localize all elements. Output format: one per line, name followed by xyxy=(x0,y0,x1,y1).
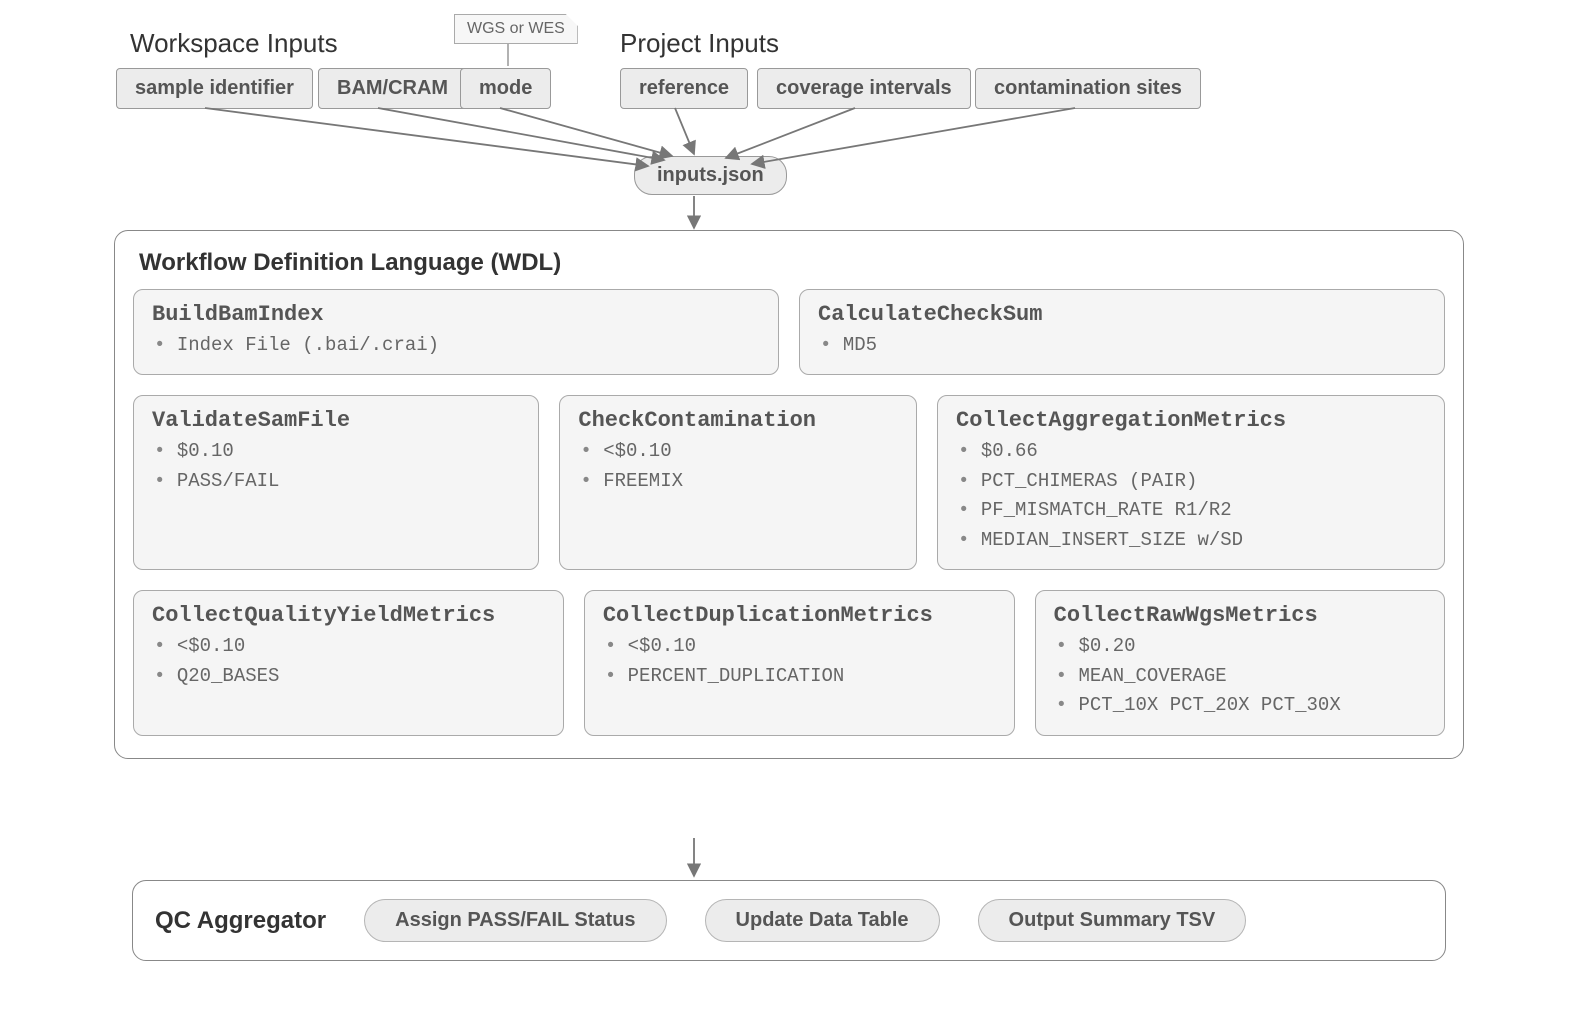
task-item: <$0.10 xyxy=(605,632,996,661)
task-name: BuildBamIndex xyxy=(152,302,760,327)
qc-title: QC Aggregator xyxy=(155,907,326,935)
task-item: Q20_BASES xyxy=(154,662,545,691)
qc-action-output: Output Summary TSV xyxy=(978,899,1247,942)
inputs-json-node: inputs.json xyxy=(634,156,787,195)
task-item: <$0.10 xyxy=(154,632,545,661)
task-name: CollectDuplicationMetrics xyxy=(603,603,996,628)
task-name: CollectRawWgsMetrics xyxy=(1054,603,1426,628)
task-item: PCT_CHIMERAS (PAIR) xyxy=(958,467,1426,496)
task-buildbamindex: BuildBamIndex Index File (.bai/.crai) xyxy=(133,289,779,375)
task-name: CollectQualityYieldMetrics xyxy=(152,603,545,628)
task-item: <$0.10 xyxy=(580,437,898,466)
qc-aggregator-frame: QC Aggregator Assign PASS/FAIL Status Up… xyxy=(132,880,1446,961)
task-collectduplicationmetrics: CollectDuplicationMetrics <$0.10 PERCENT… xyxy=(584,590,1015,735)
project-inputs-title: Project Inputs xyxy=(620,28,779,59)
task-validatesamfile: ValidateSamFile $0.10 PASS/FAIL xyxy=(133,395,539,570)
task-item: PASS/FAIL xyxy=(154,467,520,496)
task-collectaggregationmetrics: CollectAggregationMetrics $0.66 PCT_CHIM… xyxy=(937,395,1445,570)
task-item: PF_MISMATCH_RATE R1/R2 xyxy=(958,496,1426,525)
input-bam-cram: BAM/CRAM xyxy=(318,68,467,109)
task-item: $0.66 xyxy=(958,437,1426,466)
task-item: $0.20 xyxy=(1056,632,1426,661)
task-calculatechecksum: CalculateCheckSum MD5 xyxy=(799,289,1445,375)
wdl-frame: Workflow Definition Language (WDL) Build… xyxy=(114,230,1464,759)
task-name: CalculateCheckSum xyxy=(818,302,1426,327)
task-item: MEAN_COVERAGE xyxy=(1056,662,1426,691)
mode-note-tab: WGS or WES xyxy=(454,14,578,44)
task-name: ValidateSamFile xyxy=(152,408,520,433)
task-item: MEDIAN_INSERT_SIZE w/SD xyxy=(958,526,1426,555)
task-item: FREEMIX xyxy=(580,467,898,496)
input-reference: reference xyxy=(620,68,748,109)
input-coverage-intervals: coverage intervals xyxy=(757,68,971,109)
task-item: $0.10 xyxy=(154,437,520,466)
task-name: CollectAggregationMetrics xyxy=(956,408,1426,433)
task-item: MD5 xyxy=(820,331,1426,360)
task-item: PCT_10X PCT_20X PCT_30X xyxy=(1056,691,1426,720)
task-item: Index File (.bai/.crai) xyxy=(154,331,760,360)
input-contamination-sites: contamination sites xyxy=(975,68,1201,109)
qc-action-assign: Assign PASS/FAIL Status xyxy=(364,899,666,942)
qc-action-update: Update Data Table xyxy=(705,899,940,942)
input-mode: mode xyxy=(460,68,551,109)
task-item: PERCENT_DUPLICATION xyxy=(605,662,996,691)
wdl-title: Workflow Definition Language (WDL) xyxy=(139,249,1445,277)
workspace-inputs-title: Workspace Inputs xyxy=(130,28,338,59)
task-name: CheckContamination xyxy=(578,408,898,433)
task-checkcontamination: CheckContamination <$0.10 FREEMIX xyxy=(559,395,917,570)
task-collectrawwgsmetrics: CollectRawWgsMetrics $0.20 MEAN_COVERAGE… xyxy=(1035,590,1445,735)
input-sample-identifier: sample identifier xyxy=(116,68,313,109)
task-collectqualityyieldmetrics: CollectQualityYieldMetrics <$0.10 Q20_BA… xyxy=(133,590,564,735)
